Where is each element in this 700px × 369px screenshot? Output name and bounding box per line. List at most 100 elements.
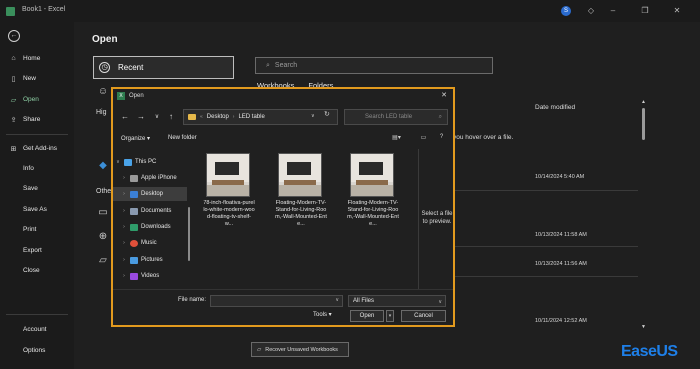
tree-item-videos[interactable]: › Videos bbox=[113, 269, 187, 283]
sidebar-item-open[interactable]: ▱ Open bbox=[4, 91, 70, 108]
sidebar-item-label: Home bbox=[23, 55, 41, 62]
diamond-icon[interactable]: ◇ bbox=[584, 4, 598, 18]
tree-item-music[interactable]: › Music bbox=[113, 236, 187, 250]
sidebar-item-close[interactable]: Close bbox=[4, 262, 70, 279]
preview-pane-icon[interactable]: ▭ bbox=[419, 134, 428, 142]
sharepoint-icon[interactable]: ◆ bbox=[96, 160, 110, 172]
chevron-down-icon[interactable]: ∨ bbox=[151, 111, 163, 123]
navigation-scrollbar[interactable] bbox=[188, 207, 190, 261]
sidebar-item-home[interactable]: ⌂ Home bbox=[4, 50, 70, 67]
row-divider bbox=[453, 190, 638, 191]
file-thumbnail bbox=[206, 153, 250, 197]
scroll-down-icon[interactable]: ▼ bbox=[640, 323, 647, 331]
tree-item-label: Documents bbox=[141, 208, 172, 214]
tree-item-downloads[interactable]: › Downloads bbox=[113, 220, 187, 234]
open-options-chevron-icon[interactable]: ▾ bbox=[386, 310, 394, 322]
easeus-watermark: EaseUS bbox=[621, 343, 678, 360]
chevron-icon[interactable]: › bbox=[121, 175, 127, 181]
back-arrow-icon[interactable]: ← bbox=[8, 30, 20, 42]
sidebar-item-print[interactable]: Print bbox=[4, 221, 70, 238]
date-modified-header[interactable]: Date modified bbox=[535, 104, 575, 111]
chevron-down-icon[interactable]: ∨ bbox=[311, 113, 315, 119]
window-title: Book1 - Excel bbox=[22, 6, 66, 13]
recover-unsaved-button[interactable]: ▱ Recover Unsaved Workbooks bbox=[251, 342, 349, 357]
file-name-input[interactable]: ∨ bbox=[210, 295, 343, 307]
chevron-icon[interactable]: › bbox=[121, 257, 127, 263]
sidebar-item-share[interactable]: ⇪ Share bbox=[4, 111, 70, 128]
chevron-down-icon: ∨ bbox=[438, 299, 442, 305]
minimize-icon[interactable]: – bbox=[606, 4, 620, 18]
sidebar-item-get-add-ins[interactable]: ⊞ Get Add-ins bbox=[4, 140, 70, 157]
sidebar-item-export[interactable]: Export bbox=[4, 242, 70, 259]
breadcrumb-separator: › bbox=[232, 114, 235, 120]
file-item[interactable]: 78-inch-floativa-purello-white-modern-wo… bbox=[203, 153, 255, 237]
chevron-icon[interactable]: › bbox=[121, 191, 127, 197]
chevron-icon[interactable]: ∨ bbox=[115, 159, 121, 165]
sidebar-divider bbox=[6, 134, 68, 135]
tree-item-documents[interactable]: › Documents bbox=[113, 204, 187, 218]
organize-button[interactable]: Organize ▾ bbox=[121, 135, 150, 142]
pictures-icon bbox=[130, 256, 138, 264]
cancel-button[interactable]: Cancel bbox=[401, 310, 446, 322]
downloads-icon bbox=[130, 223, 138, 231]
tree-item-label: Apple iPhone bbox=[141, 175, 177, 181]
this-pc-icon[interactable]: ▭ bbox=[96, 207, 110, 219]
chevron-icon[interactable]: › bbox=[121, 224, 127, 230]
sidebar-item-save-as[interactable]: Save As bbox=[4, 201, 70, 218]
recent-list-scrollbar[interactable]: ▲ ▼ bbox=[640, 98, 647, 331]
breadcrumb-item[interactable]: LED table bbox=[238, 114, 264, 120]
open-button[interactable]: Open bbox=[350, 310, 384, 322]
chevron-down-icon[interactable]: ∨ bbox=[335, 297, 339, 303]
tree-item-pictures[interactable]: › Pictures bbox=[113, 253, 187, 267]
file-item[interactable]: Floating-Modern-TV-Stand-for-Living-Room… bbox=[347, 153, 399, 237]
breadcrumb-item[interactable]: Desktop bbox=[207, 114, 229, 120]
scroll-up-icon[interactable]: ▲ bbox=[640, 98, 647, 106]
chevron-icon[interactable]: › bbox=[121, 240, 127, 246]
file-item[interactable]: Floating-Modern-TV-Stand-for-Living-Room… bbox=[275, 153, 327, 237]
user-avatar[interactable]: S bbox=[561, 6, 571, 16]
forward-arrow-icon[interactable]: → bbox=[135, 111, 147, 123]
recent-file-date[interactable]: 10/14/2024 5:40 AM bbox=[535, 174, 584, 180]
dialog-close-icon[interactable]: ✕ bbox=[435, 89, 453, 103]
file-type-select[interactable]: All Files ∨ bbox=[348, 295, 446, 307]
search-input[interactable]: ⌕ Search bbox=[255, 57, 493, 74]
organize-label: Organize bbox=[121, 136, 146, 142]
refresh-icon[interactable]: ↻ bbox=[324, 110, 330, 118]
tree-item-this-pc[interactable]: ∨ This PC bbox=[113, 155, 187, 169]
up-arrow-icon[interactable]: ↑ bbox=[165, 111, 177, 123]
chevron-icon[interactable]: › bbox=[121, 208, 127, 214]
recent-file-date[interactable]: 10/11/2024 12:52 AM bbox=[535, 318, 587, 324]
restore-icon[interactable]: ❐ bbox=[638, 4, 652, 18]
browse-folder-icon[interactable]: ▱ bbox=[96, 255, 110, 267]
tree-item-apple-iphone[interactable]: › Apple iPhone bbox=[113, 171, 187, 185]
phone-icon bbox=[130, 174, 138, 182]
file-thumbnail bbox=[350, 153, 394, 197]
help-icon[interactable]: ? bbox=[437, 134, 446, 142]
tree-item-desktop[interactable]: › Desktop bbox=[113, 187, 187, 201]
globe-icon[interactable]: ⊕ bbox=[96, 231, 110, 243]
scroll-thumb[interactable] bbox=[642, 108, 645, 140]
file-thumbnail bbox=[278, 153, 322, 197]
new-folder-button[interactable]: New folder bbox=[168, 135, 197, 141]
recent-file-date[interactable]: 10/13/2024 11:56 AM bbox=[535, 261, 587, 267]
chevron-icon[interactable]: › bbox=[121, 273, 127, 279]
recent-file-date[interactable]: 10/13/2024 11:58 AM bbox=[535, 232, 587, 238]
view-options-icon[interactable]: ▤▾ bbox=[392, 134, 401, 142]
tools-button[interactable]: Tools ▾ bbox=[313, 311, 332, 318]
recent-button[interactable]: ◷ Recent bbox=[93, 56, 234, 79]
file-name: 78-inch-floativa-purello-white-modern-wo… bbox=[203, 200, 255, 227]
recover-label: Recover Unsaved Workbooks bbox=[265, 346, 338, 353]
sidebar-item-info[interactable]: Info bbox=[4, 160, 70, 177]
sidebar-item-save[interactable]: Save bbox=[4, 180, 70, 197]
clock-icon: ◷ bbox=[99, 62, 110, 73]
dialog-search-input[interactable]: Search LED table ⌕ bbox=[344, 109, 448, 125]
close-icon[interactable]: ✕ bbox=[670, 4, 684, 18]
sidebar-item-new[interactable]: ▯ New bbox=[4, 70, 70, 87]
preview-pane-message: Select a file to preview. bbox=[421, 211, 453, 225]
file-list: 78-inch-floativa-purello-white-modern-wo… bbox=[193, 149, 419, 289]
tree-item-label: Videos bbox=[141, 273, 160, 279]
breadcrumb-separator: « bbox=[200, 114, 203, 120]
back-arrow-icon[interactable]: ← bbox=[119, 111, 131, 123]
sidebar-item-options[interactable]: Options bbox=[4, 342, 70, 359]
sidebar-item-account[interactable]: Account bbox=[4, 321, 70, 338]
